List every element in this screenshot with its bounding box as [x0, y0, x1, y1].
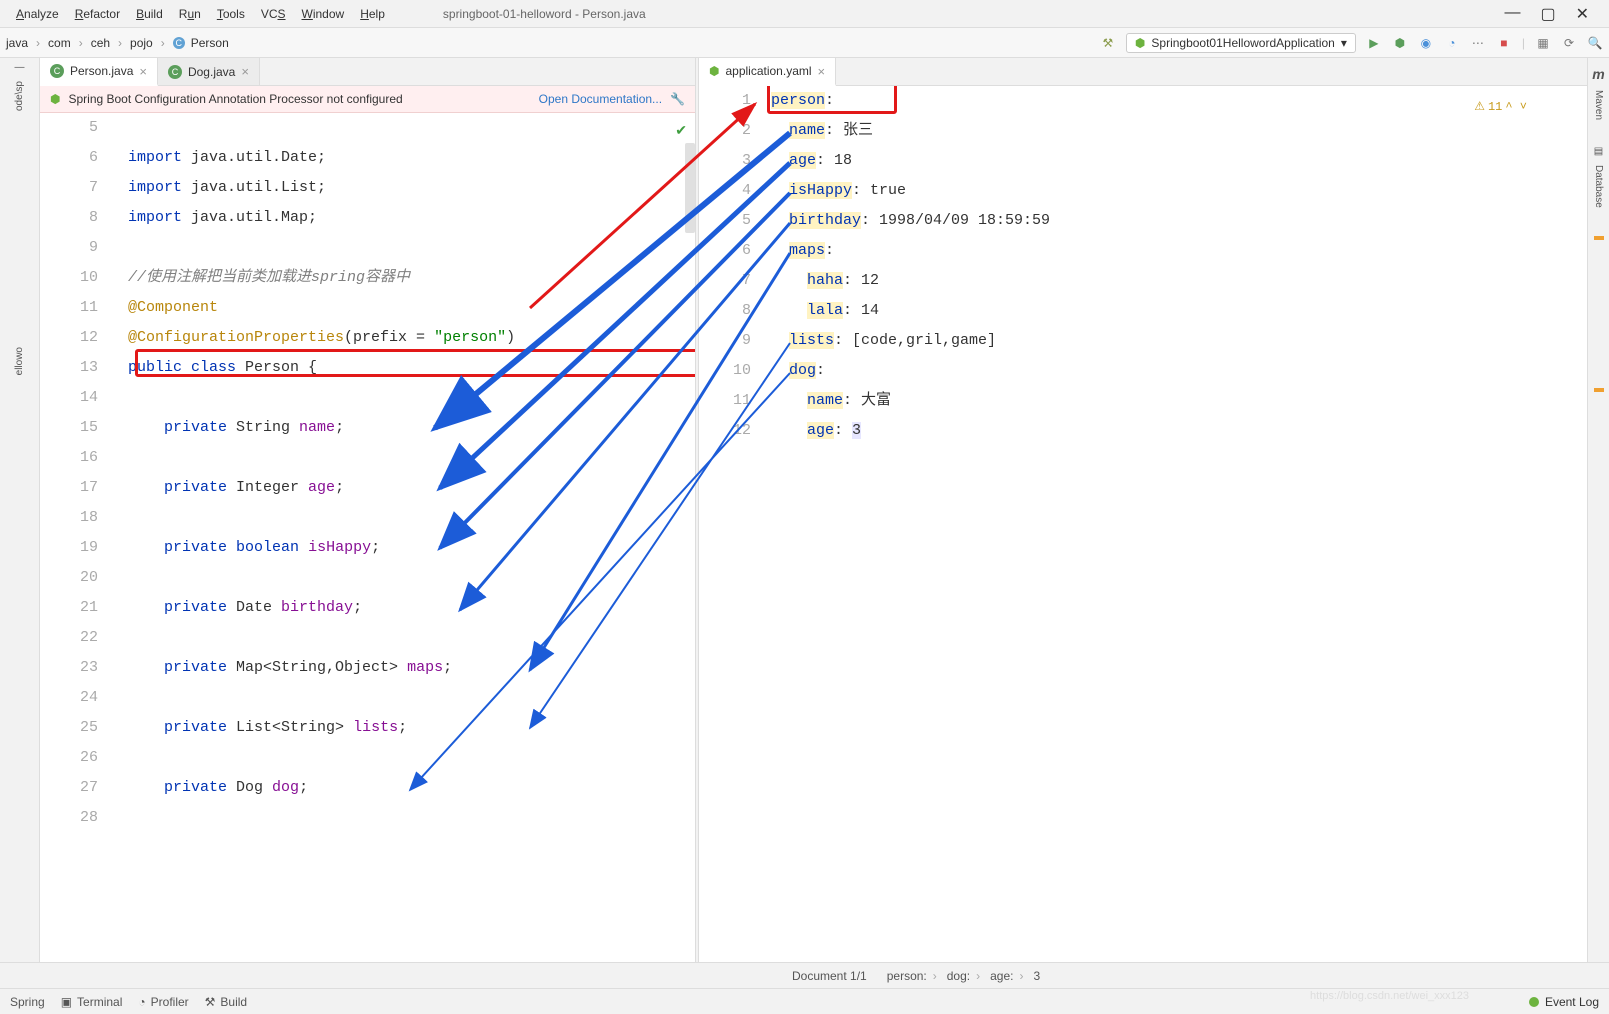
doc-position: Document 1/1 — [792, 969, 867, 983]
spring-tool[interactable]: Spring — [10, 995, 45, 1009]
event-log[interactable]: Event Log — [1529, 995, 1599, 1009]
tab-person[interactable]: C Person.java × — [40, 58, 158, 86]
terminal-icon: ▣ — [61, 995, 72, 1009]
event-log-label: Event Log — [1545, 995, 1599, 1009]
search-icon[interactable]: 🔍 — [1587, 35, 1603, 51]
menu-analyze[interactable]: Analyze — [8, 3, 67, 25]
database-icon[interactable]: ▤ — [1594, 146, 1603, 157]
tab-label: Dog.java — [188, 65, 235, 79]
profiler-tool[interactable]: ◔Profiler — [138, 995, 188, 1009]
class-icon: C — [173, 37, 185, 49]
right-tool-strip: m Maven ▤ Database — [1587, 58, 1609, 962]
menu-bar: Analyze Refactor Build Run Tools VCS Win… — [0, 0, 1609, 28]
breadcrumb-class[interactable]: Person — [191, 36, 229, 50]
terminal-tool[interactable]: ▣Terminal — [61, 995, 123, 1009]
java-code-area[interactable]: ✔ 56789101112131415161718192021222324252… — [40, 113, 695, 962]
debug-icon[interactable]: ⬢ — [1392, 35, 1408, 51]
menu-vcs[interactable]: VCS — [253, 3, 294, 25]
database-label[interactable]: Database — [1593, 165, 1604, 208]
yaml-code-area[interactable]: ⚠ 11 ^ ˅ 123456789101112 person: name: 张… — [699, 86, 1587, 962]
window-controls: — ▢ ✕ — [1504, 4, 1601, 24]
tabs-right: ⬢ application.yaml × — [699, 58, 1587, 86]
maven-icon[interactable]: m — [1592, 66, 1604, 82]
menu-window[interactable]: Window — [294, 3, 353, 25]
open-docs-link[interactable]: Open Documentation... — [539, 92, 662, 106]
stop-icon[interactable]: ■ — [1496, 35, 1512, 51]
marker — [1594, 388, 1604, 392]
breadcrumb[interactable]: java com ceh pojo C Person — [6, 36, 229, 50]
menu-tools[interactable]: Tools — [209, 3, 253, 25]
class-file-icon: C — [50, 64, 64, 78]
run-config-selector[interactable]: ⬢ Springboot01HellowordApplication ▾ — [1126, 33, 1356, 53]
chevron-down-icon: ▾ — [1341, 36, 1347, 50]
config-banner: ⬢ Spring Boot Configuration Annotation P… — [40, 86, 695, 113]
collapse-icon[interactable]: — — [15, 62, 25, 73]
bottom-tool-bar: Spring ▣Terminal ◔Profiler ⚒Build https:… — [0, 988, 1609, 1014]
spring-icon: ⬢ — [709, 64, 719, 78]
left-editor: C Person.java × C Dog.java × ⬢ Spring Bo… — [40, 58, 695, 962]
breadcrumb-part[interactable]: java — [6, 36, 28, 50]
hammer-icon: ⚒ — [205, 995, 216, 1009]
run-config-label: Springboot01HellowordApplication — [1151, 36, 1334, 50]
tab-label: application.yaml — [725, 64, 811, 78]
menu-refactor[interactable]: Refactor — [67, 3, 128, 25]
close-icon[interactable]: × — [818, 64, 826, 79]
tab-yaml[interactable]: ⬢ application.yaml × — [699, 58, 836, 86]
right-editor: ⬢ application.yaml × ⚠ 11 ^ ˅ 1234567891… — [699, 58, 1587, 962]
window-title: springboot-01-helloword - Person.java — [443, 7, 646, 21]
menu-help[interactable]: Help — [352, 3, 393, 25]
spring-icon: ⬢ — [50, 92, 60, 106]
breadcrumb-part[interactable]: ceh — [91, 36, 110, 50]
crumb[interactable]: person: — [887, 969, 943, 983]
menu-run[interactable]: Run — [171, 3, 209, 25]
wrench-icon[interactable]: 🔧 — [670, 92, 685, 106]
maven-label[interactable]: Maven — [1593, 90, 1604, 120]
toolbar-right: ⚒ ⬢ Springboot01HellowordApplication ▾ ▶… — [1100, 33, 1603, 53]
tab-dog[interactable]: C Dog.java × — [158, 58, 260, 85]
breadcrumb-part[interactable]: com — [48, 36, 71, 50]
profile-icon[interactable]: ◔ — [1444, 35, 1460, 51]
tabs-left: C Person.java × C Dog.java × — [40, 58, 695, 86]
navigation-bar: java com ceh pojo C Person ⚒ ⬢ Springboo… — [0, 28, 1609, 58]
run-icon[interactable]: ▶ — [1366, 35, 1382, 51]
git-icon[interactable]: ▦ — [1535, 35, 1551, 51]
crumb[interactable]: age: — [990, 969, 1029, 983]
close-icon[interactable]: ✕ — [1576, 4, 1589, 24]
minimize-icon[interactable]: — — [1504, 4, 1520, 24]
watermark: https://blog.csdn.net/wei_xxx123 — [1310, 990, 1469, 1002]
class-file-icon: C — [168, 65, 182, 79]
status-breadcrumb: Document 1/1 person: dog: age: 3 — [0, 962, 1609, 988]
status-dot-icon — [1529, 997, 1539, 1007]
marker — [1594, 236, 1604, 240]
crumb[interactable]: dog: — [947, 969, 986, 983]
profiler-icon: ◔ — [138, 995, 145, 1009]
left-tool-strip: — ode\sp ellowo — [0, 58, 40, 962]
build-tool[interactable]: ⚒Build — [205, 995, 247, 1009]
close-icon[interactable]: × — [139, 64, 147, 79]
spring-icon: ⬢ — [1135, 36, 1145, 50]
hello-indicator: ellowo — [14, 347, 25, 375]
hammer-icon[interactable]: ⚒ — [1100, 35, 1116, 51]
maximize-icon[interactable]: ▢ — [1540, 4, 1555, 24]
project-indicator: ode\sp — [14, 81, 25, 111]
update-icon[interactable]: ⟳ — [1561, 35, 1577, 51]
breadcrumb-part[interactable]: pojo — [130, 36, 153, 50]
menu-build[interactable]: Build — [128, 3, 171, 25]
coverage-icon[interactable]: ◉ — [1418, 35, 1434, 51]
close-icon[interactable]: × — [241, 64, 249, 79]
tab-label: Person.java — [70, 64, 133, 78]
attach-icon[interactable]: ⋯ — [1470, 35, 1486, 51]
banner-text: Spring Boot Configuration Annotation Pro… — [68, 92, 402, 106]
crumb[interactable]: 3 — [1033, 969, 1040, 983]
